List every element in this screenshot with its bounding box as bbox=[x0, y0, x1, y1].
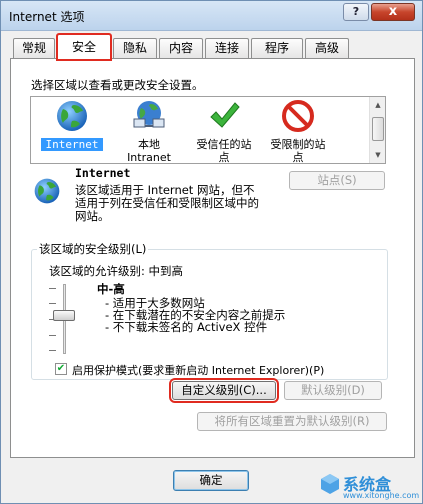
zone-label: 本地 Intranet bbox=[127, 138, 171, 164]
level-name: 中-高 bbox=[97, 282, 125, 296]
help-button[interactable]: ? bbox=[343, 3, 369, 21]
security-level-slider-thumb[interactable] bbox=[53, 310, 75, 321]
protected-mode-label[interactable]: 启用保护模式(要求重新启动 Internet Explorer)(P) bbox=[72, 362, 324, 378]
tab-privacy[interactable]: 隐私 bbox=[113, 38, 157, 58]
internet-options-dialog: Internet 选项 ? x 常规 安全 隐私 内容 连接 程序 高级 选择区… bbox=[0, 0, 423, 504]
security-level-title: 该区域的安全级别(L) bbox=[37, 241, 149, 257]
scroll-thumb[interactable] bbox=[372, 117, 384, 141]
select-zone-prompt: 选择区域以查看或更改安全设置。 bbox=[31, 78, 204, 92]
protected-mode-checkbox[interactable]: ✔ bbox=[55, 363, 67, 375]
zone-trusted-sites[interactable]: 受信任的站 点 bbox=[189, 99, 259, 164]
tab-programs[interactable]: 程序 bbox=[251, 38, 303, 58]
custom-level-button[interactable]: 自定义级别(C)... bbox=[169, 378, 279, 403]
zone-name: Internet bbox=[75, 166, 131, 180]
intranet-icon bbox=[133, 101, 165, 128]
reset-all-zones-button[interactable]: 将所有区域重置为默认级别(R) bbox=[197, 412, 387, 431]
window-title: Internet 选项 bbox=[9, 10, 85, 24]
default-level-button[interactable]: 默认级别(D) bbox=[284, 381, 382, 400]
slider-tick bbox=[49, 288, 56, 289]
restricted-icon bbox=[282, 100, 314, 132]
slider-tick bbox=[49, 335, 56, 336]
allowed-levels-label: 该区域的允许级别: 中到高 bbox=[49, 264, 184, 278]
zone-list[interactable]: Internet 本地 Intranet 受信任的站 点 受限制的站 点 ▲ ▼ bbox=[30, 96, 386, 164]
title-bar[interactable]: Internet 选项 ? x bbox=[1, 1, 422, 31]
watermark-logo-icon bbox=[321, 474, 339, 494]
zone-restricted-sites[interactable]: 受限制的站 点 bbox=[263, 99, 333, 164]
watermark-url: www.xitonghe.com bbox=[343, 491, 420, 500]
scroll-down-icon[interactable]: ▼ bbox=[371, 148, 385, 162]
zone-list-scrollbar[interactable]: ▲ ▼ bbox=[369, 97, 385, 163]
zone-label: 受信任的站 点 bbox=[196, 138, 252, 164]
tab-security[interactable]: 安全 bbox=[56, 33, 112, 61]
slider-tick bbox=[49, 303, 56, 304]
tab-general[interactable]: 常规 bbox=[13, 38, 55, 58]
tab-content[interactable]: 内容 bbox=[159, 38, 203, 58]
zone-label: Internet bbox=[41, 138, 103, 151]
zone-local-intranet[interactable]: 本地 Intranet bbox=[117, 99, 181, 164]
zone-description: 该区域适用于 Internet 网站，但不适用于列在受信任和受限制区域中的网站。 bbox=[75, 183, 259, 223]
globe-icon bbox=[57, 101, 87, 131]
sites-button[interactable]: 站点(S) bbox=[289, 171, 385, 190]
close-button[interactable]: x bbox=[371, 3, 415, 21]
tab-connections[interactable]: 连接 bbox=[205, 38, 249, 58]
slider-tick bbox=[49, 350, 56, 351]
zone-internet[interactable]: Internet bbox=[41, 99, 103, 151]
level-bullet: - 不下载未签名的 ActiveX 控件 bbox=[105, 320, 268, 334]
scroll-up-icon[interactable]: ▲ bbox=[371, 98, 385, 112]
tab-advanced[interactable]: 高级 bbox=[305, 38, 349, 58]
ok-button[interactable]: 确定 bbox=[173, 470, 249, 491]
trusted-check-icon bbox=[210, 102, 240, 128]
zone-label: 受限制的站 点 bbox=[270, 138, 326, 164]
globe-icon bbox=[34, 178, 60, 204]
watermark: 系统盒 www.xitonghe.com bbox=[319, 471, 422, 503]
